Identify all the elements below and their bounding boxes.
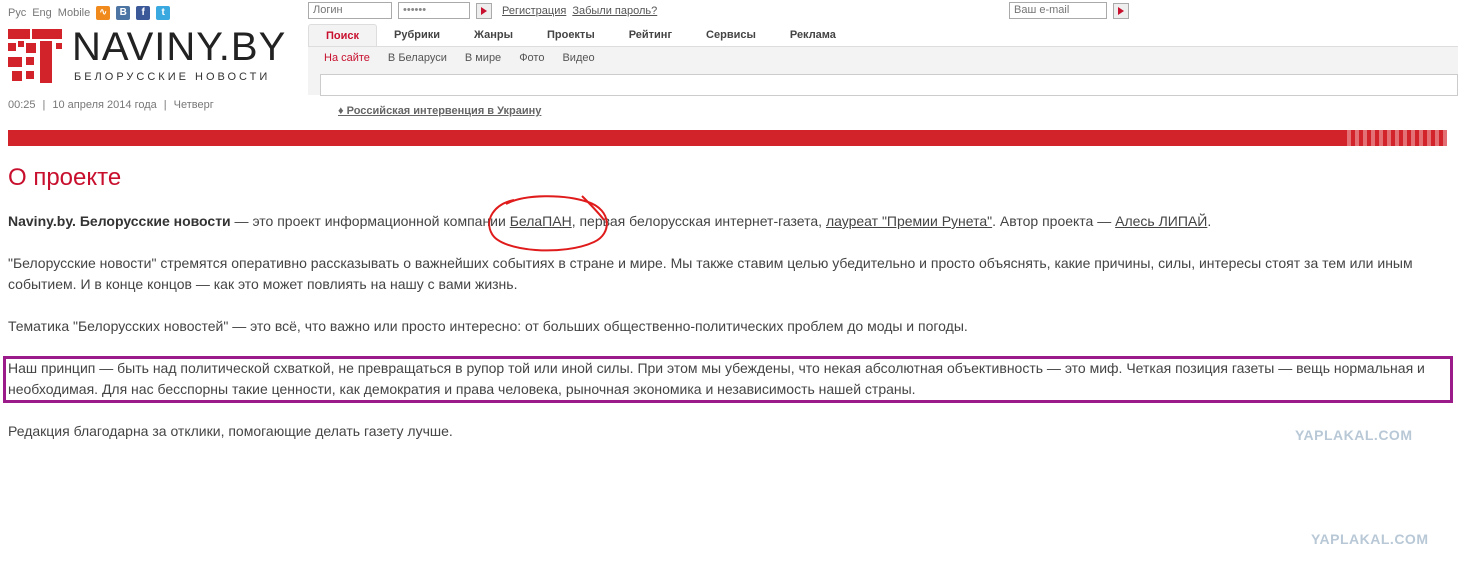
special-topic-link[interactable]: ♦ Российская интервенция в Украину [338,105,541,117]
page-title: О проекте [8,164,122,191]
email-input[interactable] [1009,2,1107,19]
forgot-password-link[interactable]: Забыли пароль? [572,5,657,17]
register-link[interactable]: Регистрация [502,5,566,17]
scope-video[interactable]: Видео [562,52,594,64]
current-date: 10 апреля 2014 года [52,99,157,111]
lang-eng-link[interactable]: Eng [32,7,52,19]
facebook-icon[interactable]: f [136,6,151,20]
paragraph-topics: Тематика "Белорусских новостей" — это вс… [8,318,968,334]
scope-on-site[interactable]: На сайте [324,52,370,64]
intro-text-1: — это проект информационной компании [230,213,510,229]
vkontakte-icon[interactable]: B [116,6,131,20]
runet-prize-link[interactable]: лауреат "Премии Рунета" [826,213,992,229]
paragraph-mission: "Белорусские новости" стремятся оператив… [8,255,1413,292]
scope-belarus[interactable]: В Беларуси [388,52,447,64]
intro-text-4: . [1207,213,1212,229]
site-logo-title[interactable]: NAVINY.BY [72,25,286,69]
email-subscribe [1009,2,1129,19]
author-link[interactable]: Алесь ЛИПАЙ [1115,213,1207,229]
search-scope-links: На сайте В Беларуси В мире Фото Видео [324,52,595,64]
login-submit-button[interactable] [476,2,492,19]
password-input[interactable] [398,2,470,19]
paragraph-thanks: Редакция благодарна за отклики, помогающ… [8,423,453,439]
lang-rus-link[interactable]: Рус [8,7,26,19]
scope-photo[interactable]: Фото [519,52,544,64]
tab-projects[interactable]: Проекты [530,24,612,46]
main-nav: Поиск Рубрики Жанры Проекты Рейтинг Серв… [308,24,853,47]
tab-rating[interactable]: Рейтинг [612,24,689,46]
login-bar: Регистрация Забыли пароль? [308,2,657,19]
tab-search[interactable]: Поиск [308,24,378,47]
tab-rubrics[interactable]: Рубрики [377,24,457,46]
watermark-text-2: YAPLAKAL.COM [1311,531,1429,547]
current-weekday: Четверг [173,99,214,111]
highlight-box [3,356,1453,403]
scope-world[interactable]: В мире [465,52,501,64]
red-banner-band [8,130,1447,146]
project-name: Naviny.by. Белорусские новости [8,213,231,229]
red-circle-annotation [488,195,608,252]
sub-nav: На сайте В Беларуси В мире Фото Видео [308,46,1458,96]
tab-genres[interactable]: Жанры [457,24,530,46]
paragraph-intro: Naviny.by. Белорусские новости — это про… [8,211,1453,232]
login-input[interactable] [308,2,392,19]
twitter-icon[interactable]: t [156,6,171,20]
top-links: Рус Eng Mobile ∿ B f t [8,6,171,20]
rss-icon[interactable]: ∿ [96,6,111,20]
email-submit-button[interactable] [1113,2,1129,19]
mobile-link[interactable]: Mobile [58,7,90,19]
watermark-text: YAPLAKAL.COM [1295,427,1413,443]
dateline: 00:25 | 10 апреля 2014 года | Четверг [8,99,214,111]
tab-advertising[interactable]: Реклама [773,24,853,46]
tab-services[interactable]: Сервисы [689,24,773,46]
current-time: 00:25 [8,99,36,111]
search-input[interactable] [320,74,1458,96]
intro-text-3: . Автор проекта — [992,213,1116,229]
logo-mark-icon[interactable] [8,29,62,83]
navigation: Поиск Рубрики Жанры Проекты Рейтинг Серв… [308,24,1458,100]
site-logo-subtitle: БЕЛОРУССКИЕ НОВОСТИ [74,71,271,83]
